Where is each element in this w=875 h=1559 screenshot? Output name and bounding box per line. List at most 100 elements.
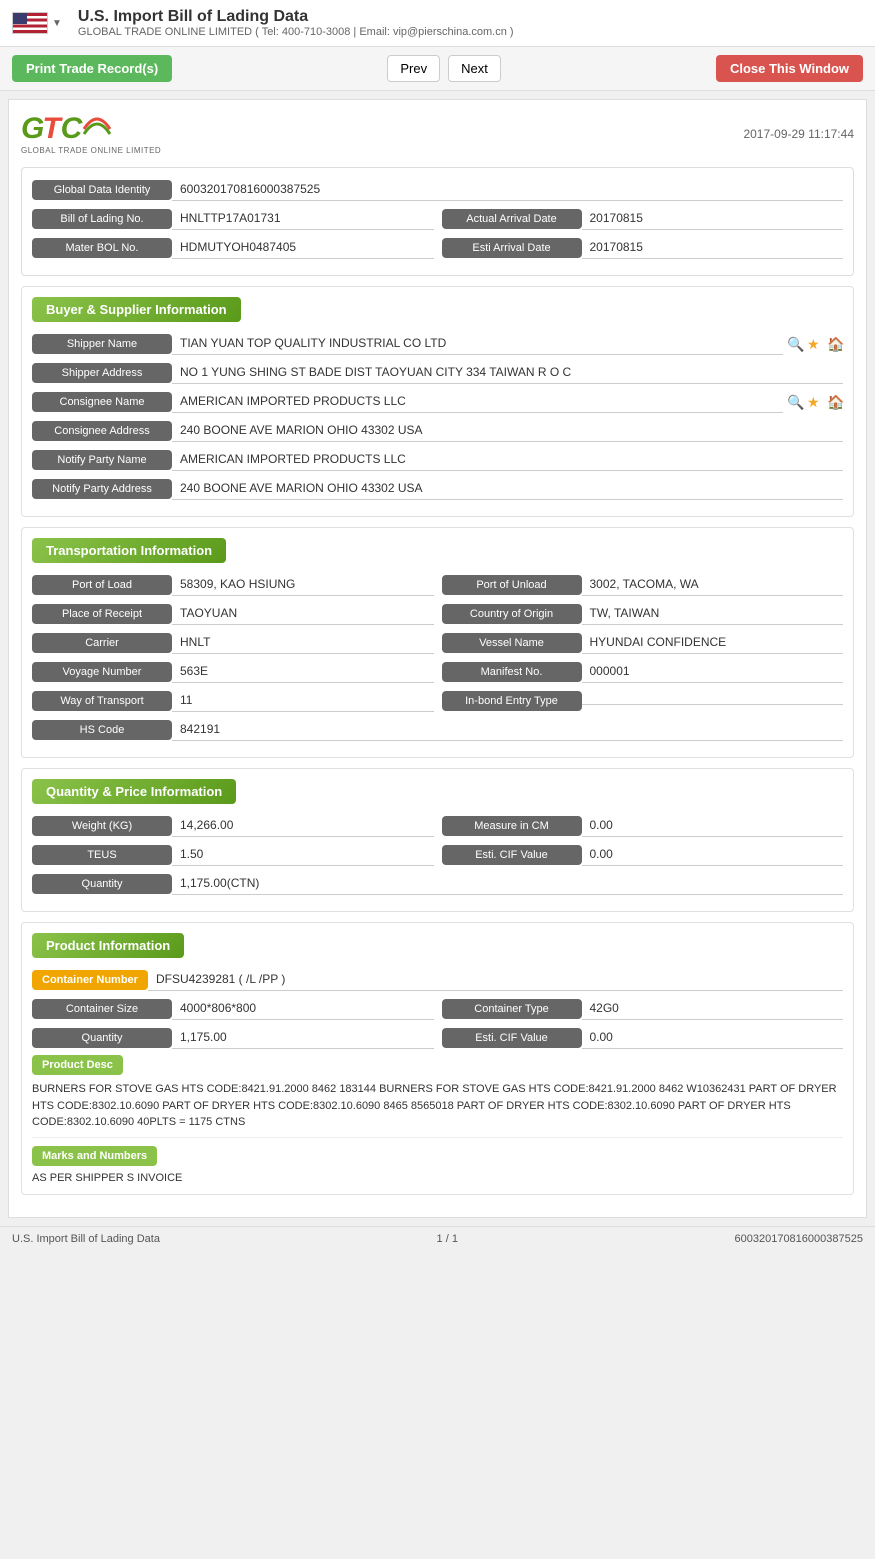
inbond-entry-value bbox=[582, 696, 844, 705]
manifest-right: Manifest No. 000001 bbox=[442, 660, 844, 683]
product-esti-cif-value: 0.00 bbox=[582, 1026, 844, 1049]
consignee-address-row: Consignee Address 240 BOONE AVE MARION O… bbox=[32, 419, 843, 442]
consignee-home-icon[interactable]: 🏠 bbox=[827, 394, 843, 410]
port-of-load-value: 58309, KAO HSIUNG bbox=[172, 573, 434, 596]
company-logo: G T C GLOBAL TRADE ONLINE LIMITED bbox=[21, 112, 161, 155]
consignee-name-row: Consignee Name AMERICAN IMPORTED PRODUCT… bbox=[32, 390, 843, 413]
carrier-vessel-row: Carrier HNLT Vessel Name HYUNDAI CONFIDE… bbox=[32, 631, 843, 654]
shipper-address-row: Shipper Address NO 1 YUNG SHING ST BADE … bbox=[32, 361, 843, 384]
esti-arrival-label: Esti Arrival Date bbox=[442, 238, 582, 258]
product-title: Product Information bbox=[32, 933, 184, 958]
marks-numbers-label: Marks and Numbers bbox=[32, 1146, 157, 1166]
product-quantity-left: Quantity 1,175.00 bbox=[32, 1026, 434, 1049]
vessel-name-value: HYUNDAI CONFIDENCE bbox=[582, 631, 844, 654]
container-size-left: Container Size 4000*806*800 bbox=[32, 997, 434, 1020]
voyage-manifest-row: Voyage Number 563E Manifest No. 000001 bbox=[32, 660, 843, 683]
hs-code-row: HS Code 842191 bbox=[32, 718, 843, 741]
container-number-row: Container Number DFSU4239281 ( /L /PP ) bbox=[32, 968, 843, 991]
flag-dropdown-arrow[interactable]: ▼ bbox=[52, 18, 62, 29]
actual-arrival-label: Actual Arrival Date bbox=[442, 209, 582, 229]
shipper-search-icon[interactable]: 🔍 bbox=[787, 336, 803, 352]
logo-area: G T C GLOBAL TRADE ONLINE LIMITED 2017-0… bbox=[21, 112, 854, 155]
inbond-entry-label: In-bond Entry Type bbox=[442, 691, 582, 711]
consignee-icons: 🔍 ★ 🏠 bbox=[787, 394, 843, 410]
logo-tc: T bbox=[42, 112, 60, 146]
global-data-row: Global Data Identity 6003201708160003875… bbox=[32, 178, 843, 201]
teus-cif-row: TEUS 1.50 Esti. CIF Value 0.00 bbox=[32, 843, 843, 866]
way-of-transport-value: 11 bbox=[172, 689, 434, 712]
teus-label: TEUS bbox=[32, 845, 172, 865]
mater-bol-left: Mater BOL No. HDMUTYOH0487405 bbox=[32, 236, 434, 259]
footer-record-id: 600320170816000387525 bbox=[735, 1233, 863, 1245]
shipper-home-icon[interactable]: 🏠 bbox=[827, 336, 843, 352]
buyer-supplier-title: Buyer & Supplier Information bbox=[32, 297, 241, 322]
measure-value: 0.00 bbox=[582, 814, 844, 837]
main-content: G T C GLOBAL TRADE ONLINE LIMITED 2017-0… bbox=[8, 99, 867, 1218]
next-button[interactable]: Next bbox=[448, 55, 501, 82]
weight-value: 14,266.00 bbox=[172, 814, 434, 837]
consignee-star-icon[interactable]: ★ bbox=[807, 394, 823, 410]
esti-cif-label: Esti. CIF Value bbox=[442, 845, 582, 865]
place-country-row: Place of Receipt TAOYUAN Country of Orig… bbox=[32, 602, 843, 625]
consignee-name-label: Consignee Name bbox=[32, 392, 172, 412]
notify-party-name-value: AMERICAN IMPORTED PRODUCTS LLC bbox=[172, 448, 843, 471]
way-of-transport-label: Way of Transport bbox=[32, 691, 172, 711]
header-subtitle: GLOBAL TRADE ONLINE LIMITED ( Tel: 400-7… bbox=[78, 26, 514, 38]
esti-cif-value: 0.00 bbox=[582, 843, 844, 866]
product-quantity-label: Quantity bbox=[32, 1028, 172, 1048]
voyage-number-label: Voyage Number bbox=[32, 662, 172, 682]
esti-cif-right: Esti. CIF Value 0.00 bbox=[442, 843, 844, 866]
bol-row: Bill of Lading No. HNLTTP17A01731 Actual… bbox=[32, 207, 843, 230]
country-of-origin-value: TW, TAIWAN bbox=[582, 602, 844, 625]
bill-of-lading-label: Bill of Lading No. bbox=[32, 209, 172, 229]
voyage-number-value: 563E bbox=[172, 660, 434, 683]
footer-page-num: 1 / 1 bbox=[437, 1233, 458, 1245]
quantity-row: Quantity 1,175.00(CTN) bbox=[32, 872, 843, 895]
mater-bol-right: Esti Arrival Date 20170815 bbox=[442, 236, 844, 259]
shipper-icons: 🔍 ★ 🏠 bbox=[787, 336, 843, 352]
identity-section: Global Data Identity 6003201708160003875… bbox=[21, 167, 854, 276]
container-size-type-row: Container Size 4000*806*800 Container Ty… bbox=[32, 997, 843, 1020]
product-quantity-value: 1,175.00 bbox=[172, 1026, 434, 1049]
container-type-label: Container Type bbox=[442, 999, 582, 1019]
close-button[interactable]: Close This Window bbox=[716, 55, 863, 82]
global-data-identity-label: Global Data Identity bbox=[32, 180, 172, 200]
container-size-label: Container Size bbox=[32, 999, 172, 1019]
country-origin-right: Country of Origin TW, TAIWAN bbox=[442, 602, 844, 625]
consignee-name-value: AMERICAN IMPORTED PRODUCTS LLC bbox=[172, 390, 783, 413]
toolbar: Print Trade Record(s) Prev Next Close Th… bbox=[0, 47, 875, 91]
container-type-right: Container Type 42G0 bbox=[442, 997, 844, 1020]
esti-arrival-value: 20170815 bbox=[582, 236, 844, 259]
prev-button[interactable]: Prev bbox=[387, 55, 440, 82]
marks-numbers-badge-container: Marks and Numbers bbox=[32, 1146, 843, 1172]
transportation-title: Transportation Information bbox=[32, 538, 226, 563]
logo-arc-icon bbox=[82, 114, 112, 144]
inbond-right: In-bond Entry Type bbox=[442, 691, 844, 711]
page-footer: U.S. Import Bill of Lading Data 1 / 1 60… bbox=[0, 1226, 875, 1251]
shipper-star-icon[interactable]: ★ bbox=[807, 336, 823, 352]
country-of-origin-label: Country of Origin bbox=[442, 604, 582, 624]
manifest-no-value: 000001 bbox=[582, 660, 844, 683]
logo-c: C bbox=[61, 112, 83, 146]
weight-measure-row: Weight (KG) 14,266.00 Measure in CM 0.00 bbox=[32, 814, 843, 837]
shipper-address-label: Shipper Address bbox=[32, 363, 172, 383]
notify-party-address-value: 240 BOONE AVE MARION OHIO 43302 USA bbox=[172, 477, 843, 500]
header-text-area: U.S. Import Bill of Lading Data GLOBAL T… bbox=[78, 8, 514, 38]
port-of-load-label: Port of Load bbox=[32, 575, 172, 595]
consignee-search-icon[interactable]: 🔍 bbox=[787, 394, 803, 410]
product-esti-cif-label: Esti. CIF Value bbox=[442, 1028, 582, 1048]
header-title: U.S. Import Bill of Lading Data bbox=[78, 8, 514, 26]
actual-arrival-value: 20170815 bbox=[582, 207, 844, 230]
vessel-right: Vessel Name HYUNDAI CONFIDENCE bbox=[442, 631, 844, 654]
voyage-left: Voyage Number 563E bbox=[32, 660, 434, 683]
print-button[interactable]: Print Trade Record(s) bbox=[12, 55, 172, 82]
port-unload-right: Port of Unload 3002, TACOMA, WA bbox=[442, 573, 844, 596]
footer-page-title: U.S. Import Bill of Lading Data bbox=[12, 1233, 160, 1245]
flag-icon bbox=[12, 12, 48, 34]
weight-left: Weight (KG) 14,266.00 bbox=[32, 814, 434, 837]
timestamp: 2017-09-29 11:17:44 bbox=[743, 127, 854, 141]
product-cif-right: Esti. CIF Value 0.00 bbox=[442, 1026, 844, 1049]
quantity-value: 1,175.00(CTN) bbox=[172, 872, 843, 895]
notify-party-address-label: Notify Party Address bbox=[32, 479, 172, 499]
way-inbond-row: Way of Transport 11 In-bond Entry Type bbox=[32, 689, 843, 712]
